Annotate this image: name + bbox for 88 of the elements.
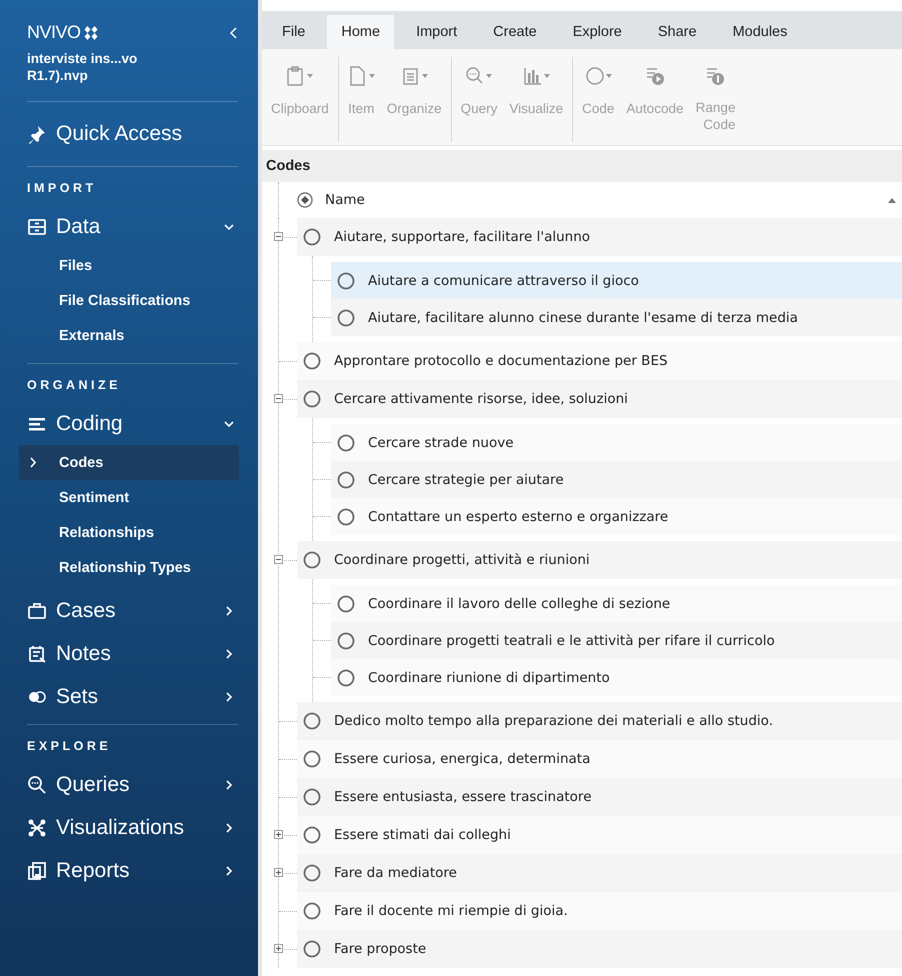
radio-circle-icon: [303, 940, 321, 958]
nav-item[interactable]: Visualizations: [27, 806, 238, 849]
caret-icon: [486, 74, 492, 78]
project-name: R1.7).nvp: [27, 67, 89, 84]
dots-logo-icon: [84, 26, 98, 40]
radio-circle-icon: [337, 272, 355, 290]
nav-item[interactable]: Queries: [27, 763, 238, 806]
ribbon-tab[interactable]: Modules: [718, 15, 802, 49]
caret-icon: [606, 74, 612, 78]
code-row[interactable]: Cercare strategie per aiutare: [331, 461, 902, 498]
ribbon-tab[interactable]: Home: [327, 15, 394, 49]
panel-title: Codes: [266, 158, 310, 174]
code-row[interactable]: Fare il docente mi riempie di gioia.: [297, 892, 902, 930]
radio-circle-icon: [337, 594, 355, 612]
nav-item[interactable]: Quick Access: [27, 102, 238, 166]
ribbon-tab[interactable]: File: [268, 15, 320, 49]
nav-item[interactable]: Coding: [27, 402, 238, 445]
nav-item[interactable]: Sets: [27, 675, 238, 718]
code-row[interactable]: Fare da mediatore: [297, 854, 902, 892]
radio-circle-icon: [337, 632, 355, 650]
nav-subitem[interactable]: Codes: [19, 445, 239, 480]
chevron-right-icon: [29, 457, 37, 468]
nav-item[interactable]: Notes: [27, 632, 238, 675]
radio-circle-icon: [337, 308, 355, 326]
code-row[interactable]: Fare proposte: [297, 930, 902, 968]
code-row[interactable]: Aiutare a comunicare attraverso il gioco: [331, 262, 902, 299]
nav-subitem[interactable]: Sentiment: [19, 480, 239, 515]
nav-subitem[interactable]: Files: [19, 248, 239, 283]
report-icon: [27, 860, 47, 880]
code-row[interactable]: Aiutare, facilitare alunno cinese durante l'esame di terza media: [331, 299, 902, 336]
ribbon-tab[interactable]: Share: [644, 15, 711, 49]
pin-icon: [27, 124, 47, 144]
cabinet-icon: [27, 216, 47, 236]
radio-circle-icon: [303, 551, 321, 569]
code-row[interactable]: Cercare attivamente risorse, idee, soluzioni: [297, 380, 902, 418]
caret-icon: [544, 74, 550, 78]
radio-circle-icon: [337, 508, 355, 526]
radio-circle-icon: [303, 902, 321, 920]
radio-circle-icon: [303, 712, 321, 730]
radio-circle-icon: [303, 788, 321, 806]
code-row[interactable]: Aiutare, supportare, facilitare l'alunno: [297, 218, 902, 256]
code-row[interactable]: Coordinare riunione di dipartimento: [331, 659, 902, 696]
nav-subitem[interactable]: Relationships: [19, 515, 239, 550]
lines-circle-icon: [705, 66, 726, 86]
nav-item[interactable]: Cases: [27, 589, 238, 632]
nav-subitem[interactable]: File Classifications: [19, 283, 239, 318]
radio-circle-icon: [337, 668, 355, 686]
circle-icon: [584, 66, 605, 86]
radio-circle-icon: [303, 750, 321, 768]
collapse-icon: [230, 26, 238, 38]
ribbon-tab[interactable]: Import: [402, 15, 472, 49]
network-icon: [27, 818, 47, 838]
nav-subitem[interactable]: Relationship Types: [19, 550, 239, 585]
caret-icon: [368, 74, 375, 78]
code-row[interactable]: Coordinare il lavoro delle colleghe di sezione: [331, 585, 902, 622]
code-row[interactable]: Contattare un esperto esterno e organizzare: [331, 498, 902, 535]
radio-circle-icon: [337, 470, 355, 488]
code-row[interactable]: Dedico molto tempo alla preparazione dei materiali e allo studio.: [297, 702, 902, 740]
code-row[interactable]: Cercare strade nuove: [331, 424, 902, 461]
code-row[interactable]: Approntare protocollo e documentazione per BES: [297, 342, 902, 380]
radio-circle-icon: [303, 864, 321, 882]
nav-subitem[interactable]: Externals: [19, 318, 239, 353]
code-row[interactable]: Essere entusiasta, essere trascinatore: [297, 778, 902, 816]
radio-circle-icon: [337, 434, 355, 452]
radio-circle-icon: [303, 228, 321, 246]
radio-circle-icon: [303, 390, 321, 408]
code-row[interactable]: Coordinare progetti, attività e riunioni: [297, 541, 902, 579]
search-icon: [27, 774, 47, 794]
briefcase-icon: [27, 600, 47, 620]
bar-chart-icon: [522, 66, 543, 86]
radio-circle-icon: [303, 352, 321, 370]
caret-icon: [307, 74, 314, 78]
code-row[interactable]: Essere curiosa, energica, determinata: [297, 740, 902, 778]
caret-icon: [422, 74, 428, 78]
section-heading: IMPORT: [27, 181, 97, 195]
lines-play-icon: [644, 66, 665, 86]
code-row[interactable]: Essere stimati dai colleghi: [297, 816, 902, 854]
ribbon-tab[interactable]: Explore: [558, 15, 636, 49]
notepad-icon: [27, 644, 47, 664]
radio-circle-icon: [303, 826, 321, 844]
section-heading: ORGANIZE: [27, 378, 121, 392]
logo-text: NVIVO: [27, 22, 81, 43]
project-name: interviste ins...vo: [27, 50, 138, 67]
ribbon-tab[interactable]: Create: [479, 15, 551, 49]
nav-item[interactable]: Data: [27, 205, 238, 248]
code-row[interactable]: Coordinare progetti teatrali e le attività per rifare il curricolo: [331, 622, 902, 659]
nav-item[interactable]: Reports: [27, 849, 238, 892]
section-heading: EXPLORE: [27, 739, 112, 753]
